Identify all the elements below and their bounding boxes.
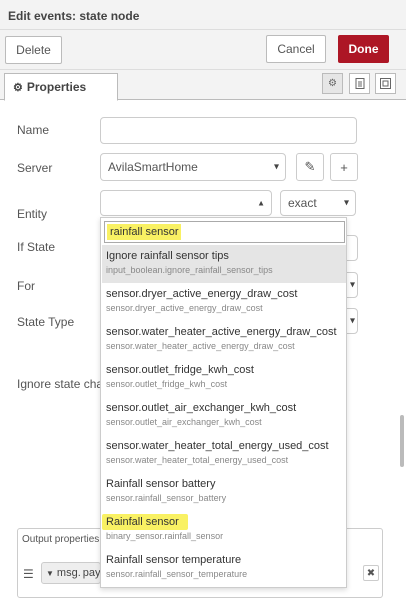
option-id: binary_sensor.rainfall_sensor: [106, 531, 224, 541]
option-id: input_boolean.ignore_rainfall_sensor_tip…: [106, 265, 273, 275]
gear-icon: ⚙: [13, 81, 23, 94]
option-name: Ignore rainfall sensor tips: [106, 250, 229, 262]
plus-icon: +: [340, 159, 348, 175]
delete-button[interactable]: Delete: [5, 36, 62, 64]
option-name: Rainfall sensor temperature: [106, 554, 242, 566]
output-properties-legend: Output properties: [22, 534, 100, 545]
add-server-button[interactable]: +: [330, 153, 358, 181]
scrollbar[interactable]: [400, 415, 404, 467]
option-id: sensor.dryer_active_energy_draw_cost: [106, 303, 263, 313]
triangle-up-icon: ▲: [257, 198, 265, 208]
caret-down-icon: ▼: [46, 568, 54, 578]
option-name: sensor.water_heater_total_energy_used_co…: [106, 440, 329, 452]
entity-label: Entity: [17, 207, 48, 221]
chevron-down-icon: ▾: [349, 315, 355, 327]
list-item[interactable]: Rainfall sensor battery sensor.rainfall_…: [102, 473, 346, 511]
for-label: For: [17, 279, 35, 293]
list-item[interactable]: sensor.water_heater_total_energy_used_co…: [102, 435, 346, 473]
option-name: sensor.dryer_active_energy_draw_cost: [106, 288, 298, 300]
server-select[interactable]: AvilaSmartHome ▾: [100, 153, 286, 181]
pencil-icon: ✎: [304, 159, 316, 174]
tab-bar: ⚙ Properties ⚙: [0, 70, 406, 101]
chevron-down-icon: ▾: [343, 197, 349, 209]
chevron-down-icon: ▾: [349, 279, 355, 291]
tab-properties[interactable]: ⚙ Properties: [4, 73, 118, 101]
option-id: sensor.water_heater_active_energy_draw_c…: [106, 341, 295, 351]
dialog-header: Edit events: state node: [0, 0, 406, 30]
option-id: sensor.outlet_fridge_kwh_cost: [106, 379, 228, 389]
ifstate-label: If State: [17, 240, 56, 254]
tab-properties-label: Properties: [26, 80, 87, 94]
list-item[interactable]: sensor.outlet_air_exchanger_kwh_cost sen…: [102, 397, 346, 435]
match-type-value: exact: [288, 196, 317, 210]
msg-type-select[interactable]: ▼ msg. pay: [41, 562, 101, 584]
option-name: sensor.outlet_air_exchanger_kwh_cost: [106, 402, 297, 414]
name-label: Name: [17, 123, 50, 137]
msg-value: pay: [82, 567, 101, 579]
list-item[interactable]: Rainfall sensor binary_sensor.rainfall_s…: [102, 511, 346, 549]
entity-search-input[interactable]: rainfall sensor: [104, 221, 345, 243]
cancel-button[interactable]: Cancel: [266, 35, 326, 63]
remove-row-button[interactable]: ✖: [363, 565, 379, 581]
option-id: sensor.outlet_air_exchanger_kwh_cost: [106, 417, 262, 427]
chevron-down-icon: ▾: [273, 161, 279, 173]
statetype-label: State Type: [17, 315, 75, 329]
option-id: sensor.rainfall_sensor_temperature: [106, 569, 248, 579]
list-item[interactable]: Ignore rainfall sensor tips input_boolea…: [102, 245, 346, 283]
entity-dropdown: rainfall sensor Ignore rainfall sensor t…: [100, 217, 347, 588]
list-item[interactable]: sensor.outlet_fridge_kwh_cost sensor.out…: [102, 359, 346, 397]
description-icon[interactable]: [349, 73, 370, 94]
close-icon: ✖: [366, 567, 376, 579]
edit-server-button[interactable]: ✎: [296, 153, 324, 181]
match-type-select[interactable]: exact ▾: [280, 190, 356, 216]
server-value: AvilaSmartHome: [108, 160, 198, 174]
option-id: sensor.rainfall_sensor_battery: [106, 493, 227, 503]
done-button[interactable]: Done: [338, 35, 389, 63]
settings-gear-icon[interactable]: ⚙: [322, 73, 343, 94]
option-name: sensor.water_heater_active_energy_draw_c…: [106, 326, 337, 338]
name-input[interactable]: [100, 117, 357, 144]
list-item[interactable]: Rainfall sensor temperature sensor.rainf…: [102, 549, 346, 587]
option-name: Rainfall sensor: [106, 516, 179, 528]
option-name: Rainfall sensor battery: [106, 478, 216, 490]
entity-combobox[interactable]: ▲: [100, 190, 272, 216]
server-label: Server: [17, 161, 53, 175]
appearance-icon[interactable]: [375, 73, 396, 94]
option-id: sensor.water_heater_total_energy_used_co…: [106, 455, 289, 465]
msg-label: msg.: [56, 567, 81, 579]
dialog-title: Edit events: state node: [8, 9, 140, 23]
option-name: sensor.outlet_fridge_kwh_cost: [106, 364, 254, 376]
list-item[interactable]: sensor.dryer_active_energy_draw_cost sen…: [102, 283, 346, 321]
drag-handle-icon[interactable]: ☰: [23, 567, 34, 581]
list-item[interactable]: sensor.water_heater_active_energy_draw_c…: [102, 321, 346, 359]
search-value: rainfall sensor: [107, 224, 182, 240]
dialog-toolbar: Delete Cancel Done: [0, 30, 406, 70]
